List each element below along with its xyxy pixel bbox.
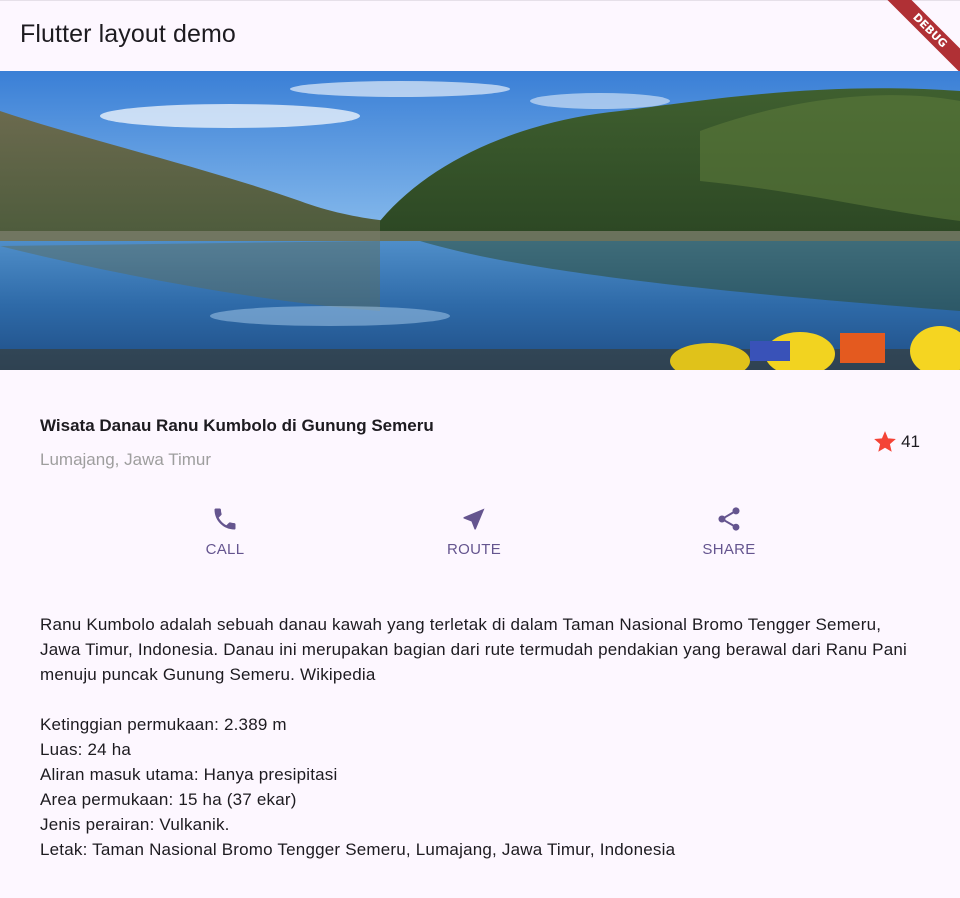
app-title: Flutter layout demo — [20, 20, 236, 48]
route-button[interactable]: ROUTE — [414, 505, 534, 558]
fact-inflow: Aliran masuk utama: Hanya presipitasi — [40, 765, 338, 784]
rating-count: 41 — [901, 432, 920, 451]
share-label: SHARE — [702, 541, 756, 558]
fact-location: Letak: Taman Nasional Bromo Tengger Seme… — [40, 840, 676, 859]
action-buttons: CALL ROUTE SHARE — [0, 505, 960, 580]
star-icon — [874, 431, 896, 452]
fact-area: Luas: 24 ha — [40, 740, 132, 759]
place-name: Wisata Danau Ranu Kumbolo di Gunung Seme… — [40, 416, 434, 435]
fact-surface-area: Area permukaan: 15 ha (37 ekar) — [40, 790, 297, 809]
navigation-icon — [463, 508, 485, 530]
share-icon — [718, 507, 740, 531]
app-bar: Flutter layout demo — [0, 0, 960, 71]
call-label: CALL — [205, 541, 245, 558]
fact-elevation: Ketinggian permukaan: 2.389 m — [40, 715, 287, 734]
lake-photo — [0, 71, 960, 370]
route-label: ROUTE — [447, 541, 501, 558]
share-button[interactable]: SHARE — [669, 505, 789, 558]
call-button[interactable]: CALL — [165, 505, 285, 558]
rating: 41 — [872, 429, 920, 455]
title-section: Wisata Danau Ranu Kumbolo di Gunung Seme… — [40, 412, 920, 472]
description-intro: Ranu Kumbolo adalah sebuah danau kawah y… — [40, 615, 907, 684]
phone-icon — [214, 508, 236, 530]
hero-image — [0, 71, 960, 370]
fact-water-type: Jenis perairan: Vulkanik. — [40, 815, 230, 834]
description: Ranu Kumbolo adalah sebuah danau kawah y… — [40, 612, 920, 862]
place-location: Lumajang, Jawa Timur — [40, 450, 212, 469]
